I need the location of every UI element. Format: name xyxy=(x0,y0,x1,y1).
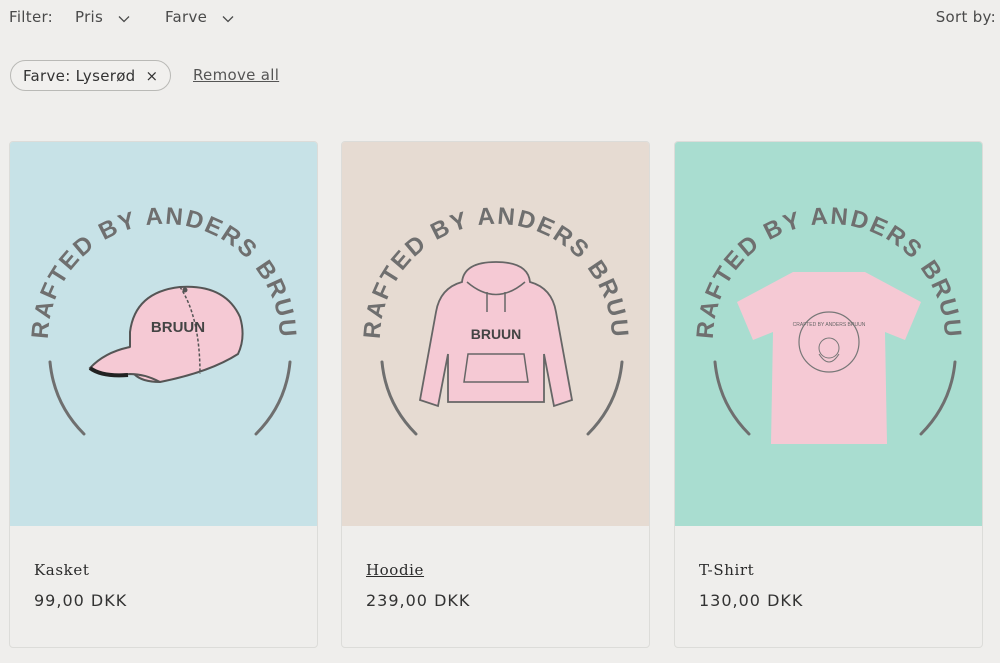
chevron-down-icon xyxy=(118,9,130,27)
color-filter-label: Farve xyxy=(165,8,208,26)
product-price: 99,00 DKK xyxy=(34,591,128,610)
product-price: 130,00 DKK xyxy=(699,591,804,610)
color-filter-dropdown[interactable]: Farve xyxy=(165,8,234,27)
filter-bar: Filter: Pris Farve Sort by: xyxy=(0,0,1000,36)
product-name[interactable]: T-Shirt xyxy=(699,561,754,579)
close-icon[interactable]: × xyxy=(146,67,159,85)
price-filter-dropdown[interactable]: Pris xyxy=(75,8,130,27)
garment-print-text: BRUUN xyxy=(471,326,522,342)
sort-by-dropdown[interactable]: Sort by: xyxy=(936,8,996,26)
product-image[interactable]: CRAFTED BY ANDERS BRUUN CRAFTED BY ANDER… xyxy=(675,142,982,526)
filter-label: Filter: xyxy=(9,8,54,26)
active-filter-chip[interactable]: Farve: Lyserød × xyxy=(10,60,172,91)
product-card-kasket[interactable]: CRAFTED BY ANDERS BRUUN BRUUN Kasket 99,… xyxy=(9,141,318,648)
product-name[interactable]: Kasket xyxy=(34,561,89,579)
product-card-hoodie[interactable]: CRAFTED BY ANDERS BRUUN BRUUN Hoodie 239… xyxy=(341,141,650,648)
product-name[interactable]: Hoodie xyxy=(366,561,424,579)
chevron-down-icon xyxy=(222,9,234,27)
product-image[interactable]: CRAFTED BY ANDERS BRUUN BRUUN xyxy=(342,142,649,526)
product-price: 239,00 DKK xyxy=(366,591,471,610)
active-filter-label: Farve: Lyserød xyxy=(23,66,136,85)
product-card-tshirt[interactable]: CRAFTED BY ANDERS BRUUN CRAFTED BY ANDER… xyxy=(674,141,983,648)
garment-print-text: BRUUN xyxy=(151,319,205,336)
garment-print-text: CRAFTED BY ANDERS BRUUN xyxy=(793,322,866,328)
price-filter-label: Pris xyxy=(75,8,104,26)
product-image[interactable]: CRAFTED BY ANDERS BRUUN BRUUN xyxy=(10,142,317,526)
remove-all-link[interactable]: Remove all xyxy=(193,66,279,84)
